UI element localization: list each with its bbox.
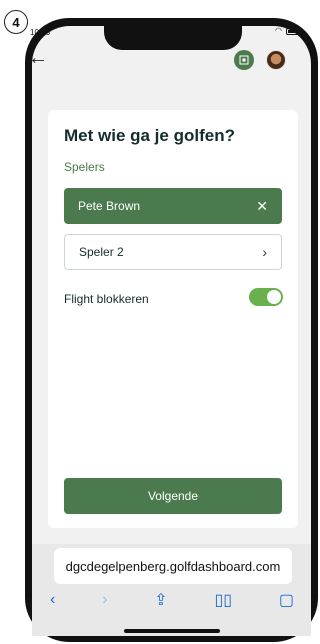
next-button[interactable]: Volgende bbox=[64, 478, 282, 514]
browser-toolbar: ‹ › ⇪ ▯▯ ▢ bbox=[40, 585, 304, 615]
flight-block-label: Flight blokkeren bbox=[64, 292, 149, 306]
avatar[interactable] bbox=[266, 50, 286, 70]
player-2-label: Speler 2 bbox=[79, 245, 124, 259]
battery-icon bbox=[286, 27, 300, 35]
step-badge: 4 bbox=[4, 10, 28, 34]
player-2-selector[interactable]: Speler 2 › bbox=[64, 234, 282, 270]
share-icon[interactable]: ⇪ bbox=[154, 590, 167, 610]
bookmarks-icon[interactable]: ▯▯ bbox=[214, 590, 232, 610]
url-field[interactable]: dgcdegelpenberg.golfdashboard.com bbox=[54, 548, 292, 584]
player-1-selected[interactable]: Pete Brown ✕ bbox=[64, 188, 282, 224]
step-number: 4 bbox=[12, 14, 20, 30]
player-card: Met wie ga je golfen? Spelers Pete Brown… bbox=[48, 110, 298, 528]
phone-notch bbox=[104, 26, 242, 50]
home-indicator bbox=[124, 629, 220, 633]
players-subtitle: Spelers bbox=[64, 160, 105, 174]
player-1-label: Pete Brown bbox=[78, 199, 141, 213]
status-time: 10:05 bbox=[30, 28, 51, 37]
browser-forward-icon: › bbox=[102, 591, 108, 608]
flight-block-toggle[interactable] bbox=[249, 288, 283, 306]
back-arrow-icon[interactable]: ← bbox=[28, 48, 48, 68]
close-icon[interactable]: ✕ bbox=[256, 198, 268, 215]
scan-icon[interactable] bbox=[234, 50, 254, 70]
page-title: Met wie ga je golfen? bbox=[64, 126, 235, 145]
toggle-knob bbox=[267, 290, 281, 304]
scan-glyph-icon bbox=[239, 55, 249, 65]
chevron-right-icon: › bbox=[262, 244, 267, 260]
status-icons: ◠ bbox=[275, 27, 300, 35]
wifi-icon: ◠ bbox=[275, 26, 282, 35]
browser-back-icon[interactable]: ‹ bbox=[50, 591, 55, 609]
tabs-icon[interactable]: ▢ bbox=[279, 590, 294, 610]
